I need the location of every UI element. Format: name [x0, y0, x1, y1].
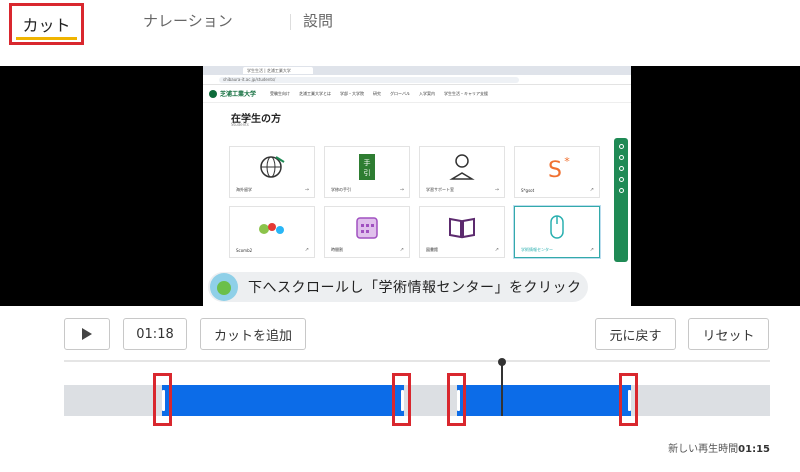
site-nav-item: 学生生活・キャリア支援 [443, 90, 488, 96]
undo-label: 元に戻す [609, 328, 662, 344]
site-title: 芝浦工業大学 [220, 91, 257, 98]
current-time-display: 01:18 [123, 318, 187, 350]
new-time-label: 新しい再生時間 [668, 444, 739, 455]
new-playback-time: 新しい再生時間01:15 [668, 440, 770, 455]
active-tab-indicator [16, 37, 77, 40]
external-link-icon: ↗ [589, 187, 594, 193]
card-study-guide: 手 引 学修の手引 → [324, 146, 410, 198]
playhead[interactable] [501, 362, 503, 416]
card-label: 海外留学 [236, 187, 252, 192]
arrow-icon: → [494, 187, 499, 193]
site-nav-item: 芝浦工業大学とは [299, 90, 332, 96]
tab-bar: カット ナレーション 設問 [0, 0, 800, 52]
tab-question[interactable]: 設問 [303, 10, 333, 31]
mascot-avatar [210, 273, 238, 301]
site-nav-item: 研究 [373, 90, 382, 96]
card-scomb2: Scomb2 ↗ [229, 206, 315, 258]
site-nav: 芝浦工業大学 受験生向け 芝浦工業大学とは 学部・大学院 研究 グローバル 入学… [203, 85, 631, 103]
scomb-logo [259, 223, 284, 234]
site-nav-item: 入学案内 [418, 90, 435, 96]
play-button[interactable] [64, 318, 110, 350]
reset-label: リセット [702, 328, 755, 344]
site-nav-item: 受験生向け [270, 90, 291, 96]
new-time-value: 01:15 [738, 444, 770, 455]
add-cut-button[interactable]: カットを追加 [200, 318, 306, 350]
card-label: 図書館 [426, 247, 438, 252]
card-label: Scomb2 [236, 248, 253, 253]
play-icon [82, 328, 92, 340]
card-study-abroad: 海外留学 → [229, 146, 315, 198]
external-link-icon: ↗ [399, 247, 404, 253]
undo-button[interactable]: 元に戻す [595, 318, 676, 350]
card-label: S*gsot [521, 188, 535, 193]
card-label: 学術情報センター [521, 247, 553, 252]
page-subheading: Students [231, 122, 249, 127]
timeline-ruler [64, 360, 770, 362]
highlight-box [153, 373, 172, 426]
reading-person-icon [449, 154, 475, 180]
add-cut-label: カットを追加 [213, 328, 292, 344]
tab-question-label: 設問 [303, 12, 334, 30]
reset-button[interactable]: リセット [688, 318, 769, 350]
browser-url: shibaura-it.ac.jp/students/ [219, 76, 519, 83]
recorded-browser-frame: 学生生活 | 芝浦工業大学 shibaura-it.ac.jp/students… [203, 66, 631, 306]
svg-text:S: S [548, 158, 562, 181]
tab-divider [290, 14, 291, 30]
tab-cut-label: カット [22, 16, 71, 35]
book-icon: 手 引 [359, 154, 375, 180]
tab-narration-label: ナレーション [143, 12, 233, 30]
narration-caption: 下へスクロールし「学術情報センター」をクリック [208, 272, 588, 302]
card-sgsot: S * S*gsot ↗ [514, 146, 600, 198]
editor-controls: 01:18 カットを追加 元に戻す リセット [0, 318, 800, 352]
kept-segment[interactable] [457, 385, 631, 416]
browser-address-bar: shibaura-it.ac.jp/students/ [203, 75, 631, 85]
highlight-box [392, 373, 411, 426]
svg-text:引: 引 [364, 168, 371, 177]
card-academic-info-center: 学術情報センター ↗ [514, 206, 600, 258]
external-link-icon: ↗ [304, 247, 309, 253]
playhead-knob[interactable] [498, 358, 506, 366]
external-link-icon: ↗ [589, 247, 594, 253]
globe-icon [260, 156, 285, 178]
browser-tab: 学生生活 | 芝浦工業大学 [243, 67, 313, 74]
cut-timeline[interactable] [64, 358, 770, 428]
mouse-icon [550, 215, 564, 239]
caption-text: 下へスクロールし「学術情報センター」をクリック [248, 280, 582, 296]
site-nav-item: グローバル [390, 90, 410, 96]
highlight-box [619, 373, 638, 426]
open-book-icon [449, 217, 475, 239]
video-preview[interactable]: 学生生活 | 芝浦工業大学 shibaura-it.ac.jp/students… [0, 66, 800, 306]
current-time: 01:18 [136, 326, 174, 342]
arrow-icon: → [399, 187, 404, 193]
card-label: 時間割 [331, 247, 343, 252]
site-nav-item: 学部・大学院 [340, 90, 365, 96]
card-timetable: 時間割 ↗ [324, 206, 410, 258]
card-label: 学習サポート室 [426, 187, 454, 192]
s-star-logo: S * [548, 155, 570, 181]
kept-segment[interactable] [162, 385, 404, 416]
tab-narration[interactable]: ナレーション [143, 10, 233, 31]
external-link-icon: ↗ [494, 247, 499, 253]
card-label: 学修の手引 [331, 187, 351, 192]
highlight-box [447, 373, 466, 426]
svg-text:手: 手 [364, 158, 371, 167]
card-library: 図書館 ↗ [419, 206, 505, 258]
site-side-menu [614, 138, 628, 262]
browser-tab-strip: 学生生活 | 芝浦工業大学 [203, 66, 631, 75]
university-logo-icon [209, 89, 217, 98]
arrow-icon: → [304, 187, 309, 193]
calendar-icon [356, 217, 378, 239]
svg-text:*: * [564, 155, 570, 168]
card-learning-support: 学習サポート室 → [419, 146, 505, 198]
